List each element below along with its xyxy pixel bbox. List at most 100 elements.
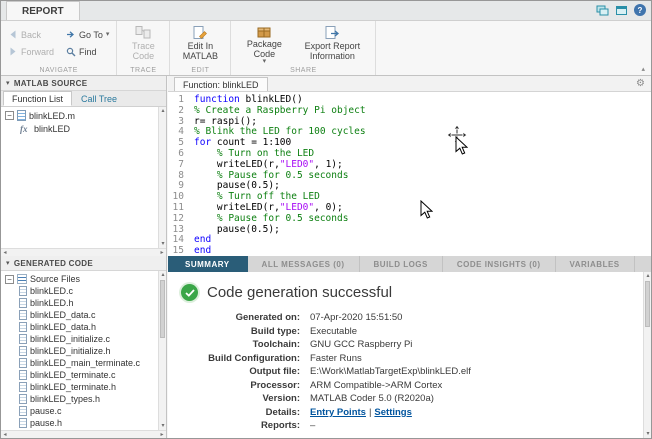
report-tab-build-logs[interactable]: BUILD LOGS <box>360 256 443 272</box>
generated-file-item[interactable]: pause.h <box>1 417 158 429</box>
function-node[interactable]: fx blinkLED <box>1 122 158 135</box>
generated-file-item[interactable]: blinkLED.c <box>1 285 158 297</box>
trace-code-label: Trace Code <box>127 41 159 61</box>
summary-value: 07-Apr-2020 15:51:50 <box>310 312 402 323</box>
line-number: 2 <box>168 106 194 117</box>
collapse-triangle-icon: ▾ <box>6 259 10 267</box>
generated-file-item[interactable]: blinkLED_data.c <box>1 309 158 321</box>
source-files-node[interactable]: − Source Files <box>1 273 158 285</box>
source-vertical-scrollbar[interactable]: ▴ ▾ <box>158 107 166 248</box>
collapse-triangle-icon: ▾ <box>6 79 10 87</box>
report-tab-code-insights-0[interactable]: CODE INSIGHTS (0) <box>443 256 556 272</box>
matlab-source-header[interactable]: ▾ MATLAB SOURCE <box>1 76 166 91</box>
file-name: blinkLED_main_terminate.c <box>30 358 140 368</box>
generated-file-item[interactable]: blinkLED_terminate.h <box>1 381 158 393</box>
help-icon[interactable]: ? <box>634 4 646 16</box>
summary-label: Details: <box>168 407 310 418</box>
source-files-icon <box>17 274 27 284</box>
scrollbar-thumb[interactable] <box>160 280 165 338</box>
package-chevron-down-icon: ▾ <box>263 59 267 65</box>
file-name: blinkLED_types.h <box>30 394 100 404</box>
source-files-label: Source Files <box>30 274 80 284</box>
generated-files-list: blinkLED.cblinkLED.hblinkLED_data.cblink… <box>1 285 158 429</box>
collapse-ribbon-icon[interactable]: ▴ <box>641 65 645 73</box>
tab-call-tree[interactable]: Call Tree <box>72 91 126 106</box>
find-button[interactable]: Find <box>64 43 111 60</box>
code-header: Function: blinkLED ⚙ <box>168 76 651 92</box>
gear-icon[interactable]: ⚙ <box>636 78 645 89</box>
generated-file-item[interactable]: blinkLED.h <box>1 297 158 309</box>
share-group-label: SHARE <box>231 67 375 74</box>
report-vertical-scrollbar[interactable]: ▴ ▾ <box>643 272 651 438</box>
code-editor[interactable]: 1function blinkLED()2% Create a Raspberr… <box>168 92 651 256</box>
navigate-buttons: Back Go To ▾ Forward Find <box>6 24 111 60</box>
source-file-node[interactable]: − blinkLED.m <box>1 109 158 122</box>
edit-in-matlab-label: Edit In MATLAB <box>180 41 220 61</box>
scroll-down-icon[interactable]: ▾ <box>159 240 166 248</box>
summary-row: Reports:– <box>168 419 643 433</box>
function-header-tab[interactable]: Function: blinkLED <box>174 77 268 91</box>
collapse-box-icon[interactable]: − <box>5 275 14 284</box>
export-report-button[interactable]: Export Report Information <box>294 24 370 63</box>
scroll-up-icon[interactable]: ▴ <box>159 271 166 279</box>
generated-file-item[interactable]: pause.c <box>1 405 158 417</box>
summary-label: Processor: <box>168 380 310 391</box>
dock-icon[interactable] <box>596 5 609 16</box>
link-settings[interactable]: Settings <box>374 407 411 418</box>
trace-group-label: TRACE <box>117 67 169 74</box>
scroll-left-icon[interactable]: ◂ <box>1 431 9 438</box>
edit-in-matlab-icon <box>192 24 208 41</box>
generated-vertical-scrollbar[interactable]: ▴ ▾ <box>158 271 166 430</box>
generated-file-item[interactable]: blinkLED_initialize.h <box>1 345 158 357</box>
scroll-right-icon[interactable]: ▸ <box>158 431 166 438</box>
edit-in-matlab-button[interactable]: Edit In MATLAB <box>175 24 225 61</box>
scroll-up-icon[interactable]: ▴ <box>644 272 652 280</box>
generated-code-header[interactable]: ▾ GENERATED CODE <box>1 256 166 271</box>
generated-file-item[interactable]: blinkLED_types.h <box>1 393 158 405</box>
scroll-down-icon[interactable]: ▾ <box>644 430 652 438</box>
file-icon <box>19 382 27 392</box>
function-name: blinkLED <box>34 124 70 134</box>
summary-table: Generated on:07-Apr-2020 15:51:50Build t… <box>168 311 643 433</box>
function-header-label: Function: blinkLED <box>183 80 259 90</box>
report-tab-variables[interactable]: VARIABLES <box>556 256 635 272</box>
code-panel: Function: blinkLED ⚙ 1function blinkLED(… <box>168 76 651 256</box>
export-report-icon <box>324 24 341 41</box>
package-code-button[interactable]: Package Code ▾ <box>236 24 292 63</box>
navigate-group: Back Go To ▾ Forward Find NAVIGATE <box>1 21 117 75</box>
goto-button[interactable]: Go To ▾ <box>64 26 111 43</box>
window-icon[interactable] <box>615 5 628 16</box>
summary-value: ARM Compatible->ARM Cortex <box>310 380 442 391</box>
export-report-label: Export Report Information <box>299 41 365 61</box>
link-entry-points[interactable]: Entry Points <box>310 407 366 418</box>
summary-row: Details:Entry Points|Settings <box>168 406 643 420</box>
source-tree: − blinkLED.m fx blinkLED <box>1 107 158 248</box>
report-tab-all-messages-0[interactable]: ALL MESSAGES (0) <box>248 256 360 272</box>
summary-value: GNU GCC Raspberry Pi <box>310 339 412 350</box>
report-tab-summary[interactable]: SUMMARY <box>168 256 248 272</box>
toolstrip-tab-row: REPORT ? <box>1 1 651 21</box>
trace-code-button[interactable]: Trace Code <box>122 24 164 61</box>
source-subtabs: Function List Call Tree <box>1 91 166 107</box>
generated-horizontal-scrollbar[interactable]: ◂ ▸ <box>1 430 166 438</box>
file-name: blinkLED.c <box>30 286 73 296</box>
share-group: Package Code ▾ Export Report Information… <box>231 21 376 75</box>
scroll-right-icon[interactable]: ▸ <box>158 249 166 256</box>
summary-row: Generated on:07-Apr-2020 15:51:50 <box>168 311 643 325</box>
source-horizontal-scrollbar[interactable]: ◂ ▸ <box>1 248 166 256</box>
generated-file-item[interactable]: blinkLED_data.h <box>1 321 158 333</box>
file-name: blinkLED.h <box>30 298 74 308</box>
line-number: 12 <box>168 214 194 225</box>
generated-file-item[interactable]: blinkLED_initialize.c <box>1 333 158 345</box>
scroll-down-icon[interactable]: ▾ <box>159 422 166 430</box>
back-button[interactable]: Back <box>6 26 56 43</box>
forward-button[interactable]: Forward <box>6 43 56 60</box>
generated-file-item[interactable]: blinkLED_terminate.c <box>1 369 158 381</box>
tab-function-list[interactable]: Function List <box>3 91 72 106</box>
scroll-left-icon[interactable]: ◂ <box>1 249 9 256</box>
collapse-box-icon[interactable]: − <box>5 111 14 120</box>
scrollbar-thumb[interactable] <box>645 281 650 327</box>
generated-file-item[interactable]: blinkLED_main_terminate.c <box>1 357 158 369</box>
tab-report[interactable]: REPORT <box>6 1 80 20</box>
scroll-up-icon[interactable]: ▴ <box>159 107 166 115</box>
